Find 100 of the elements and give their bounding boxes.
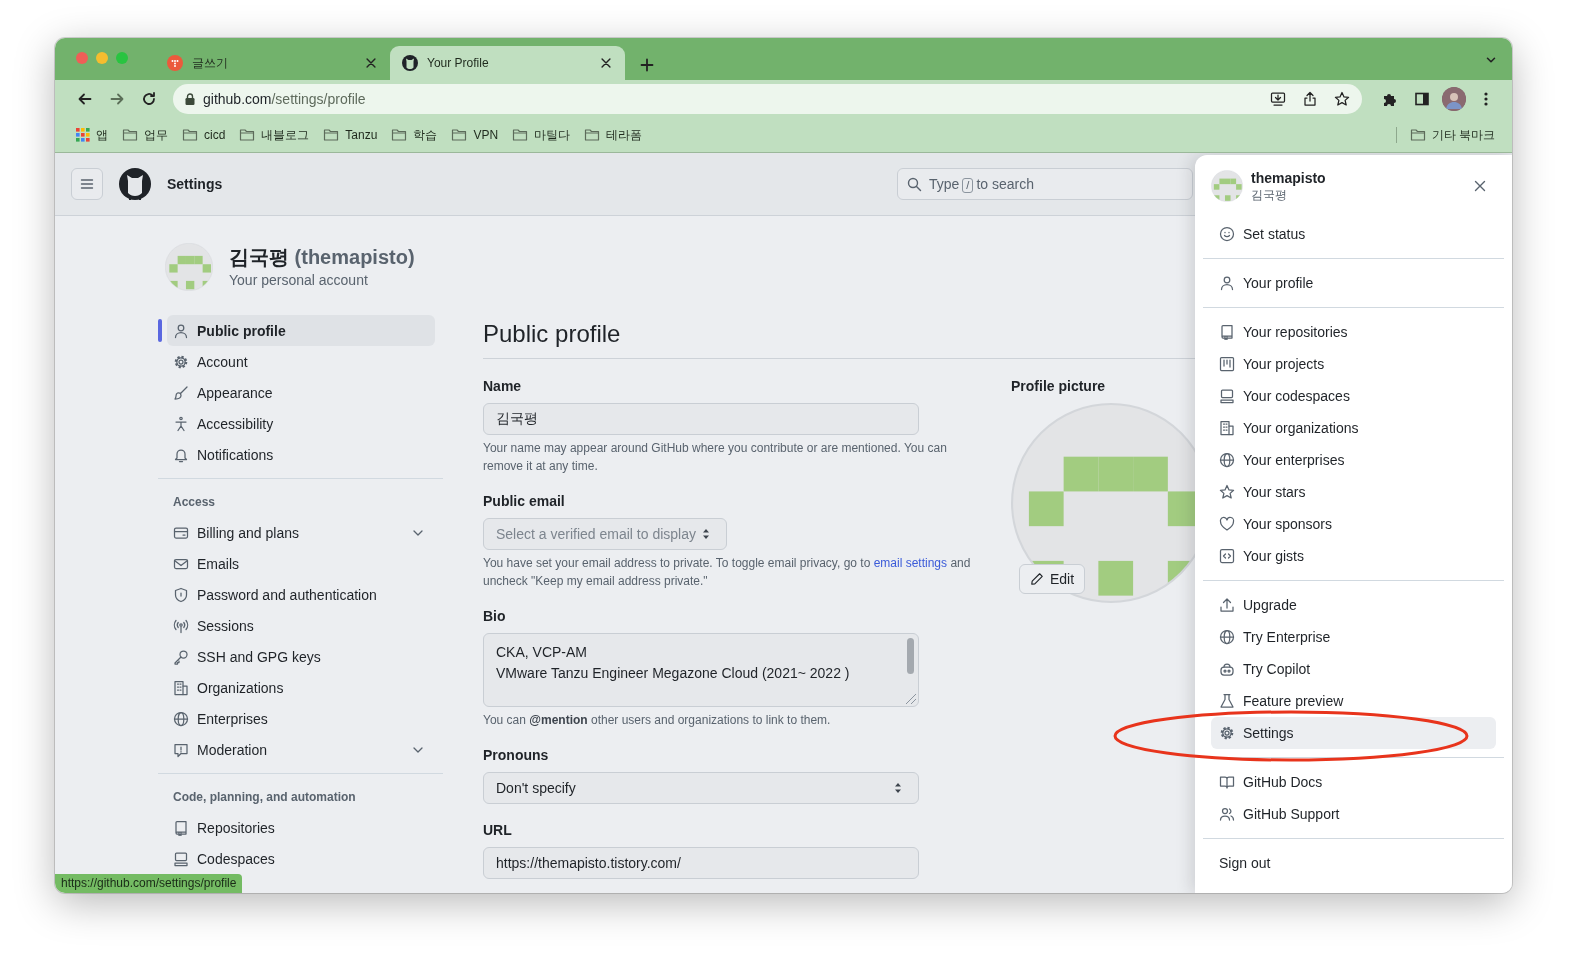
identicon-avatar	[165, 243, 213, 291]
bio-field[interactable]: CKA, VCP-AM VMware Tanzu Engineer Megazone Cloud (2021~ 2022 )	[483, 633, 919, 707]
sidebar-item[interactable]: Codespaces	[158, 843, 435, 874]
menu-item[interactable]: Settings	[1211, 717, 1496, 749]
menu-item[interactable]: Try Copilot	[1211, 653, 1496, 685]
cat-logo[interactable]	[119, 168, 151, 200]
bookmark[interactable]: 마틸다	[505, 123, 578, 147]
menu-item[interactable]: Your codespaces	[1211, 380, 1496, 412]
favicon-icon	[167, 55, 183, 71]
text-field[interactable]: https://themapisto.tistory.com/	[483, 847, 919, 879]
username: themapisto	[1251, 169, 1327, 187]
sidebar-item[interactable]: Password and authentication	[158, 579, 435, 610]
accessibility-icon	[173, 415, 189, 432]
folder-icon	[391, 127, 408, 143]
people-icon	[1219, 806, 1235, 822]
back-arrow-icon	[77, 91, 93, 107]
menu-item[interactable]: GitHub Docs	[1211, 766, 1496, 798]
open-book-icon	[1219, 774, 1235, 790]
sidebar-item[interactable]: Billing and plans	[158, 517, 435, 548]
menu-item[interactable]: Your organizations	[1211, 412, 1496, 444]
browser-tab[interactable]: Your Profile	[390, 46, 625, 80]
new-tab-button[interactable]	[639, 57, 655, 73]
menu-item[interactable]: Feature preview	[1211, 685, 1496, 717]
folder-icon	[122, 127, 138, 143]
sidebar-item[interactable]: Emails	[158, 548, 435, 579]
sidebar-item[interactable]: Moderation	[158, 734, 435, 765]
display-name: 김국평	[1251, 186, 1288, 203]
sidebar-item[interactable]: SSH and GPG keys	[158, 641, 435, 672]
dropdown[interactable]: Don't specify	[483, 772, 919, 804]
browser-tab[interactable]: 글쓰기	[155, 46, 390, 80]
text-field[interactable]: 김국평	[483, 403, 919, 435]
help-text: You can @mention other users and organizations to link to them.	[483, 712, 832, 729]
person-icon	[1219, 275, 1235, 291]
sidebar-item[interactable]: Enterprises	[158, 703, 435, 734]
bookmark[interactable]: 업무	[115, 123, 175, 147]
monitor-icon	[173, 850, 189, 867]
bookmark[interactable]: 앱	[69, 123, 115, 147]
menu-item[interactable]: Your stars	[1211, 476, 1496, 508]
close-button[interactable]	[1472, 178, 1488, 194]
menu-item[interactable]: Your sponsors	[1211, 508, 1496, 540]
edit-button[interactable]: Edit	[1019, 564, 1086, 594]
folder-icon	[182, 127, 198, 143]
key-icon	[173, 648, 189, 665]
close-icon	[1472, 178, 1488, 194]
bookmark[interactable]: VPN	[444, 124, 506, 146]
menu-item[interactable]: Sign out	[1211, 847, 1496, 879]
menu-item[interactable]: Your gists	[1211, 540, 1496, 572]
menu-item[interactable]: Set status	[1211, 218, 1496, 250]
sidebar-item[interactable]: Notifications	[158, 439, 435, 470]
building-icon	[1219, 420, 1235, 436]
sidebar-item[interactable]: Accessibility	[158, 408, 435, 439]
forward-arrow-icon	[109, 91, 125, 107]
account-subtitle: Your personal account	[229, 271, 369, 290]
robot-icon	[1219, 661, 1235, 677]
menu-item[interactable]: GitHub Support	[1211, 798, 1496, 830]
sidebar-item[interactable]: Sessions	[158, 610, 435, 641]
monitor-icon	[1219, 388, 1235, 404]
menu-button[interactable]	[71, 168, 103, 200]
folder-icon	[323, 127, 340, 143]
avatar	[1442, 87, 1466, 111]
globe-icon	[1219, 452, 1235, 468]
bookmark[interactable]: 테라폼	[577, 123, 650, 147]
sidebar-item[interactable]: Account	[158, 346, 435, 377]
folder-icon	[239, 127, 256, 143]
field-label: Public email	[483, 492, 566, 511]
globe-icon	[173, 710, 189, 727]
bookmark[interactable]: 기타 북마크	[1402, 123, 1502, 147]
kebab-menu-icon	[1484, 91, 1488, 107]
menu-item[interactable]: Try Enterprise	[1211, 621, 1496, 653]
help-text: Your name may appear around GitHub where you contribute or are mentioned. You can remove it at any time.	[483, 440, 948, 475]
folder-icon	[584, 127, 601, 143]
flask-icon	[1219, 693, 1235, 709]
email-settings-link[interactable]: email settings	[873, 556, 948, 570]
apps-grid-icon	[76, 128, 90, 142]
field-label: URL	[483, 821, 513, 840]
board-icon	[1219, 356, 1235, 372]
bookmark[interactable]: 학습	[384, 123, 445, 147]
section-heading: Code, planning, and automation	[172, 789, 357, 806]
bookmark[interactable]: 내블로그	[232, 123, 317, 147]
bookmark[interactable]: cicd	[175, 124, 233, 146]
star-icon	[1334, 91, 1350, 107]
sidebar-item[interactable]: Organizations	[158, 672, 435, 703]
section-heading: Access	[172, 494, 217, 511]
menu-item[interactable]: Your enterprises	[1211, 444, 1496, 476]
menu-item[interactable]: Your profile	[1211, 267, 1496, 299]
code-icon	[1219, 548, 1235, 564]
menu-item[interactable]: Upgrade	[1211, 589, 1496, 621]
sidebar-item[interactable]: Appearance	[158, 377, 435, 408]
share-icon	[1302, 91, 1318, 107]
bell-icon	[173, 446, 189, 463]
menu-icon	[79, 176, 95, 192]
sidebar-item[interactable]: Repositories	[158, 812, 435, 843]
folder-icon	[451, 127, 468, 143]
menu-item[interactable]: Your repositories	[1211, 316, 1496, 348]
reload-icon	[141, 91, 157, 107]
globe-icon	[1219, 629, 1235, 645]
bookmark[interactable]: Tanzu	[316, 124, 385, 146]
heart-icon	[1219, 516, 1235, 532]
search-field[interactable]: Type / to search	[897, 168, 1193, 200]
address-bar[interactable]: github.com/settings/profile	[173, 84, 1362, 114]
